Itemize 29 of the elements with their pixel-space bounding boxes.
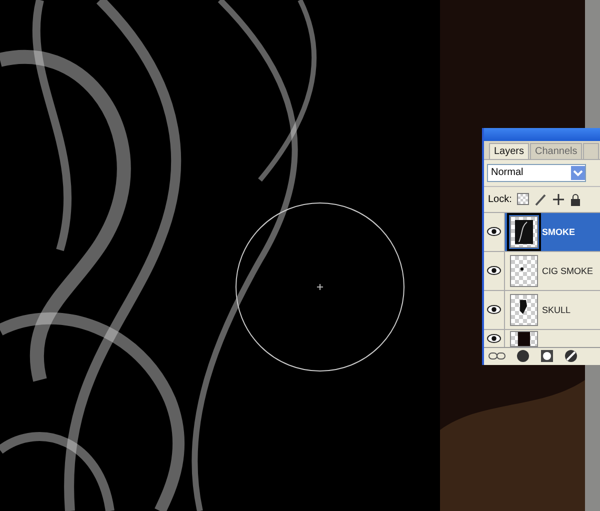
layer-thumbnail bbox=[510, 330, 538, 347]
eye-icon[interactable] bbox=[484, 212, 505, 251]
effects-icon[interactable] bbox=[516, 349, 530, 364]
layer-thumbnail bbox=[510, 254, 538, 287]
layer-thumbnail bbox=[510, 294, 538, 326]
move-icon[interactable] bbox=[552, 192, 565, 206]
layer-row[interactable]: SMOKE bbox=[484, 212, 600, 251]
panel-tab[interactable]: Channels bbox=[530, 142, 582, 159]
layer-row[interactable]: CIG SMOKE bbox=[484, 250, 600, 290]
panel-tab[interactable]: Layers bbox=[489, 142, 530, 159]
eye-icon[interactable] bbox=[484, 330, 505, 347]
mask-icon[interactable] bbox=[540, 349, 554, 364]
layer-name: CIG SMOKE bbox=[542, 266, 594, 276]
eye-icon[interactable] bbox=[484, 290, 505, 329]
brush-cursor-icon bbox=[234, 201, 406, 373]
padlock-icon[interactable] bbox=[570, 192, 581, 206]
brush-icon[interactable] bbox=[534, 192, 547, 206]
layer-row[interactable]: SKULL bbox=[484, 290, 600, 329]
eye-icon[interactable] bbox=[484, 252, 505, 290]
caret-icon bbox=[571, 166, 585, 180]
link-icon[interactable] bbox=[488, 351, 506, 362]
layer-row[interactable] bbox=[484, 328, 600, 347]
layer-name: SMOKE bbox=[542, 226, 576, 237]
layer-thumbnail bbox=[510, 216, 538, 248]
blend-mode-dropdown[interactable]: Normal bbox=[487, 164, 586, 182]
lock-transparency-icon[interactable] bbox=[516, 193, 529, 206]
lock-label: Lock: bbox=[488, 194, 512, 205]
adjustment-icon[interactable] bbox=[564, 349, 578, 364]
layer-name: SKULL bbox=[542, 304, 571, 315]
